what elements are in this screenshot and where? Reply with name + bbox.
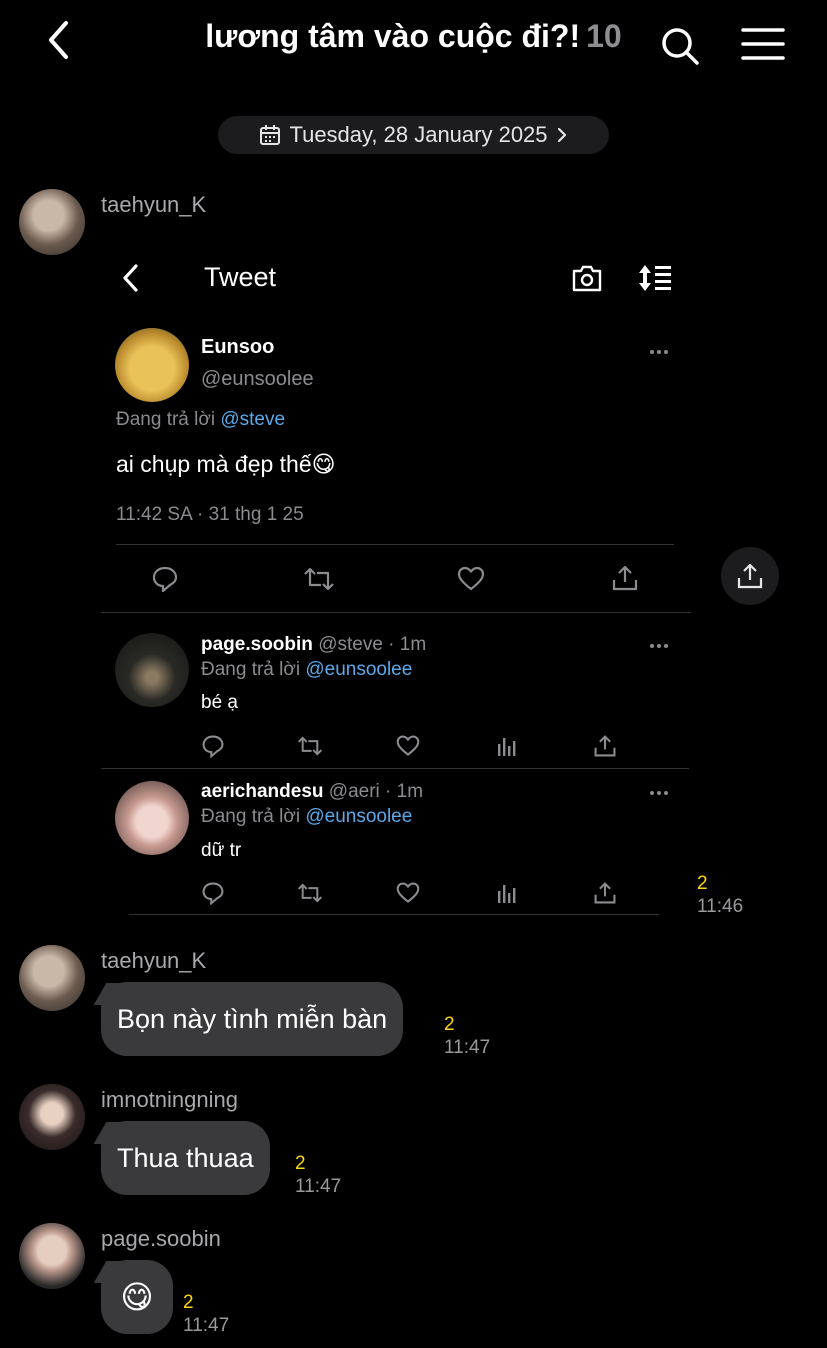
sender-name: page.soobin [101, 1226, 221, 1251]
reply-author: page.soobin @steve · 1m [201, 634, 427, 655]
reply-author: aerichandesu @aeri · 1m [201, 781, 424, 802]
share-icon [594, 735, 616, 757]
views-icon [498, 885, 516, 903]
retweet-icon [297, 736, 323, 756]
calendar-icon [260, 125, 281, 145]
reply-replying-to: Đang trả lời @eunsoolee [201, 659, 413, 680]
read-count: 2 [183, 1292, 194, 1313]
message-time: 11:46 [697, 896, 744, 917]
reply-text: dữ tr [201, 840, 242, 861]
views-icon [498, 738, 516, 756]
reply-icon [202, 882, 224, 905]
avatar[interactable] [19, 189, 85, 255]
message-meta: 2 11:46 [697, 872, 743, 918]
divider [101, 612, 691, 613]
divider [129, 914, 659, 915]
forward-button[interactable] [721, 547, 779, 605]
chat-title[interactable]: lương tâm vào cuộc đi?! 10 [0, 18, 827, 55]
message-meta: 2 11:47 [444, 1013, 490, 1059]
chevron-right-icon [557, 127, 566, 143]
sender-name: taehyun_K [101, 192, 207, 217]
avatar[interactable] [19, 945, 85, 1011]
divider [101, 768, 689, 769]
reply-avatar [115, 781, 189, 855]
more-options-icon [650, 350, 668, 354]
message-bubble[interactable]: 😋 [101, 1260, 173, 1334]
avatar[interactable] [19, 1223, 85, 1289]
reply-icon [152, 566, 178, 593]
reply-text: bé ạ [201, 692, 238, 713]
hamburger-menu-icon [741, 28, 785, 60]
avatar[interactable] [19, 1084, 85, 1150]
tweet-text: ai chụp mà đẹp thế😋 [116, 451, 336, 477]
message-text: Bọn này tình miễn bàn [117, 1003, 388, 1034]
date-separator[interactable]: Tuesday, 28 January 2025 [218, 116, 609, 154]
reply-icon [202, 735, 224, 758]
read-count: 2 [697, 873, 708, 894]
message-time: 11:47 [183, 1315, 230, 1336]
like-icon [457, 566, 485, 591]
share-icon [612, 565, 638, 591]
reply-action-row [201, 734, 621, 758]
camera-icon [572, 265, 602, 292]
like-icon [396, 735, 420, 756]
retweet-icon [297, 883, 323, 903]
unread-count: 10 [586, 18, 622, 54]
tweet-header-title: Tweet [204, 262, 277, 292]
read-count: 2 [444, 1014, 455, 1035]
message-time: 11:47 [295, 1176, 342, 1197]
tweet-author-name: Eunsoo [201, 336, 275, 358]
message-meta: 2 11:47 [183, 1291, 229, 1337]
retweet-icon [304, 567, 334, 591]
date-text: Tuesday, 28 January 2025 [289, 122, 548, 147]
search-icon [662, 28, 699, 65]
tweet-author-handle: @eunsoolee [201, 368, 314, 390]
sender-name: taehyun_K [101, 948, 207, 973]
message-text: 😋 [120, 1279, 154, 1315]
message-meta: 2 11:47 [295, 1152, 341, 1198]
menu-button[interactable] [740, 24, 786, 64]
reply-action-row [201, 881, 621, 905]
shared-tweet-screenshot[interactable]: Tweet Eunsoo @eunsoolee Đang trả lời @st… [101, 238, 691, 918]
sender-name: imnotningning [101, 1087, 238, 1112]
tweet-timestamp: 11:42 SA · 31 thg 1 25 [116, 504, 304, 525]
tweet-replying-to: Đang trả lời @steve [116, 409, 286, 430]
sort-list-icon [639, 265, 671, 291]
share-icon [594, 882, 616, 904]
more-options-icon [650, 644, 668, 648]
divider [116, 544, 674, 545]
message-bubble[interactable]: Bọn này tình miễn bàn [101, 982, 404, 1056]
message-bubble[interactable]: Thua thuaa [101, 1121, 270, 1195]
chat-title-text: lương tâm vào cuộc đi?! [205, 18, 581, 54]
more-options-icon [650, 791, 668, 795]
share-icon [737, 563, 763, 589]
tweet-back-icon [123, 264, 138, 292]
reply-replying-to: Đang trả lời @eunsoolee [201, 806, 413, 827]
tweet-author-avatar [115, 328, 189, 402]
message-text: Thua thuaa [117, 1142, 254, 1173]
reply-avatar [115, 633, 189, 707]
like-icon [396, 882, 420, 903]
search-button[interactable] [658, 24, 702, 68]
read-count: 2 [295, 1153, 306, 1174]
message-time: 11:47 [444, 1037, 491, 1058]
